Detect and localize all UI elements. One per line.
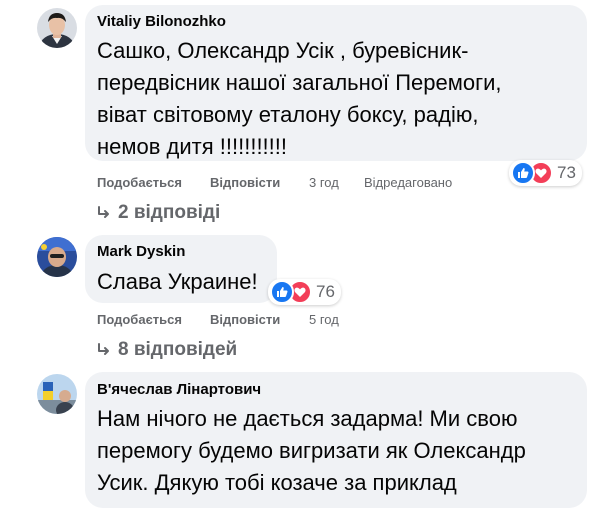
- comment-text: Слава Украине!: [97, 266, 397, 298]
- reaction-count: 76: [316, 282, 335, 301]
- reaction-count: 73: [557, 163, 576, 182]
- comment-author[interactable]: Mark Dyskin: [97, 243, 185, 260]
- comment-line: немов дитя !!!!!!!!!!!: [97, 134, 288, 159]
- reply-button[interactable]: Відповісти: [210, 175, 280, 190]
- view-replies-button[interactable]: 8 відповідей: [96, 337, 237, 363]
- comment-line: Усик. Дякую тобі козаче за приклад: [97, 470, 457, 495]
- comment-author[interactable]: В'ячеслав Лінартович: [97, 381, 261, 398]
- comment-line: Сашко, Олександр Усік , буревісник-: [97, 38, 469, 63]
- comment-actions: Подобається Відповісти 3 год Відредагова…: [97, 175, 497, 191]
- reply-arrow-icon: [98, 342, 109, 355]
- replies-count-label: 8 відповідей: [118, 339, 238, 360]
- like-reaction-icon: [270, 280, 294, 304]
- edited-label: Відредаговано: [364, 175, 453, 190]
- reactions-summary[interactable]: 73: [509, 160, 582, 186]
- comment-text: Нам нічого не дається задарма! Ми свою п…: [97, 403, 577, 499]
- avatar-viacheslav[interactable]: [37, 374, 77, 414]
- comment-line: віват світовому еталону боксу, радію,: [97, 102, 479, 127]
- comment-line: передвісник нашої загальної Перемоги,: [97, 70, 502, 95]
- reply-button[interactable]: Відповісти: [210, 312, 280, 327]
- reply-arrow-icon: [98, 205, 109, 218]
- avatar-vitaliy[interactable]: [37, 8, 77, 48]
- replies-count-label: 2 відповіді: [118, 202, 221, 223]
- avatar-mark[interactable]: [37, 237, 77, 277]
- comment-line: перемогу будемо вигризати як Олександр: [97, 438, 526, 463]
- like-button[interactable]: Подобається: [97, 175, 182, 190]
- comment-line: Слава Украине!: [97, 269, 258, 294]
- comment-line: Нам нічого не дається задарма! Ми свою: [97, 406, 518, 431]
- like-button[interactable]: Подобається: [97, 312, 182, 327]
- view-replies-button[interactable]: 2 відповіді: [96, 200, 220, 226]
- like-reaction-icon: [511, 161, 535, 185]
- reactions-summary[interactable]: 76: [268, 279, 341, 305]
- comment-time[interactable]: 5 год: [309, 312, 339, 327]
- comment-actions: Подобається Відповісти 5 год: [97, 312, 497, 328]
- comment-time[interactable]: 3 год: [309, 175, 339, 190]
- comment-text: Сашко, Олександр Усік , буревісник- пере…: [97, 35, 577, 163]
- comment-author[interactable]: Vitaliy Bilonozhko: [97, 13, 226, 30]
